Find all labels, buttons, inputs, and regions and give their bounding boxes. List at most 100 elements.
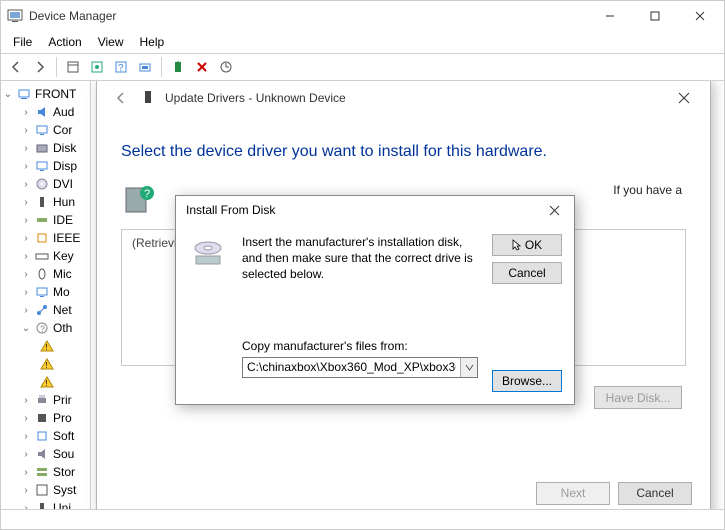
browse-button[interactable]: Browse...	[492, 370, 562, 392]
tree-item[interactable]: ›Net	[1, 301, 90, 319]
tree-item-unknown[interactable]: !	[1, 355, 90, 373]
uninstall-icon[interactable]	[191, 56, 213, 78]
install-from-disk-dialog: Install From Disk Insert the manufacture…	[175, 195, 575, 405]
svg-text:?: ?	[40, 324, 45, 334]
tree-item-unknown[interactable]: !	[1, 337, 90, 355]
tree-item[interactable]: ›Pro	[1, 409, 90, 427]
tree-item[interactable]: ›Sou	[1, 445, 90, 463]
dialog-close-button[interactable]	[540, 197, 568, 223]
tree-item[interactable]: ›Aud	[1, 103, 90, 121]
chevron-down-icon[interactable]	[460, 358, 477, 377]
tree-item[interactable]: › Mo	[1, 283, 90, 301]
wizard-close-button[interactable]	[668, 84, 700, 112]
chevron-icon[interactable]: ›	[21, 467, 31, 478]
app-icon	[7, 8, 23, 24]
tree-item[interactable]: › Syst	[1, 481, 90, 499]
path-combobox[interactable]	[242, 357, 478, 378]
tree-item-label: Syst	[53, 483, 76, 497]
tree-item[interactable]: › Hun	[1, 193, 90, 211]
copy-from-label: Copy manufacturer's files from:	[242, 339, 478, 353]
tree-item[interactable]: ›Uni	[1, 499, 90, 509]
tree-item[interactable]: ⌄?Oth	[1, 319, 90, 337]
chevron-icon[interactable]: ›	[21, 233, 31, 244]
soft-icon	[34, 428, 50, 444]
nav-back-icon[interactable]	[5, 56, 27, 78]
have-disk-button[interactable]: Have Disk...	[594, 386, 682, 409]
ide-icon	[34, 212, 50, 228]
toolbar-separator	[161, 57, 162, 77]
tree-root-label: FRONT	[35, 87, 76, 101]
svg-text:!: !	[46, 379, 48, 388]
network-icon	[34, 302, 50, 318]
tree-item-label: Disp	[53, 159, 77, 173]
chevron-icon[interactable]: ›	[21, 179, 31, 190]
ok-button[interactable]: OK	[492, 234, 562, 256]
tree-item-unknown[interactable]: !	[1, 373, 90, 391]
chevron-icon[interactable]: ›	[21, 107, 31, 118]
tree-item-label: Hun	[53, 195, 75, 209]
minimize-button[interactable]	[587, 2, 632, 30]
warning-icon: !	[39, 356, 55, 372]
chevron-icon[interactable]: ›	[21, 431, 31, 442]
tree-item[interactable]: › Soft	[1, 427, 90, 445]
nav-forward-icon[interactable]	[29, 56, 51, 78]
dialog-cancel-button[interactable]: Cancel	[492, 262, 562, 284]
menu-action[interactable]: Action	[40, 33, 89, 51]
chevron-icon[interactable]: ›	[21, 197, 31, 208]
tree-item[interactable]: › Stor	[1, 463, 90, 481]
tree-item[interactable]: ›DVI	[1, 175, 90, 193]
device-tree[interactable]: ⌄ FRONT ›Aud›Cor›Disk›Disp›DVI›Hun›IDE›I…	[1, 81, 91, 509]
computer-icon	[16, 86, 32, 102]
wizard-title: Update Drivers - Unknown Device	[165, 91, 346, 105]
chevron-icon[interactable]: ›	[21, 251, 31, 262]
tree-root[interactable]: ⌄ FRONT	[1, 85, 90, 103]
show-hidden-icon[interactable]	[62, 56, 84, 78]
tree-item[interactable]: ›Disk	[1, 139, 90, 157]
chevron-icon[interactable]: ›	[21, 449, 31, 460]
chevron-icon[interactable]: ›	[21, 143, 31, 154]
tree-item[interactable]: › Disp	[1, 157, 90, 175]
chevron-icon[interactable]: ›	[21, 287, 31, 298]
chevron-down-icon[interactable]: ⌄	[3, 89, 13, 100]
mouse-icon	[34, 266, 50, 282]
update-driver-icon[interactable]	[167, 56, 189, 78]
tree-item[interactable]: ›Key	[1, 247, 90, 265]
menu-file[interactable]: File	[5, 33, 40, 51]
tree-item[interactable]: ›Mic	[1, 265, 90, 283]
ok-label: OK	[525, 238, 542, 252]
tree-item-label: Soft	[53, 429, 74, 443]
chevron-icon[interactable]: ⌄	[21, 323, 31, 334]
chevron-icon[interactable]: ›	[21, 485, 31, 496]
chevron-icon[interactable]: ›	[21, 215, 31, 226]
menu-help[interactable]: Help	[132, 33, 173, 51]
toolbar-separator	[56, 57, 57, 77]
chevron-icon[interactable]: ›	[21, 413, 31, 424]
tree-item[interactable]: ›IDE	[1, 211, 90, 229]
monitor-icon	[34, 158, 50, 174]
path-input[interactable]	[243, 358, 460, 377]
tree-item[interactable]: ›IEEE	[1, 229, 90, 247]
chevron-icon[interactable]: ›	[21, 269, 31, 280]
maximize-button[interactable]	[632, 2, 677, 30]
wizard-back-button[interactable]	[111, 88, 131, 108]
chevron-icon[interactable]: ›	[21, 305, 31, 316]
wizard-cancel-button[interactable]: Cancel	[618, 482, 692, 505]
sound-icon	[34, 446, 50, 462]
menu-view[interactable]: View	[90, 33, 132, 51]
tree-item-label: Mo	[53, 285, 70, 299]
properties-icon[interactable]	[86, 56, 108, 78]
scan-icon[interactable]	[134, 56, 156, 78]
scan-hardware-icon[interactable]	[215, 56, 237, 78]
usb-icon	[34, 194, 50, 210]
disc-drive-icon	[190, 259, 226, 273]
chevron-icon[interactable]: ›	[21, 125, 31, 136]
help-icon[interactable]: ?	[110, 56, 132, 78]
tree-item-label: Stor	[53, 465, 75, 479]
wizard-next-button[interactable]: Next	[536, 482, 610, 505]
tree-item[interactable]: ›Prir	[1, 391, 90, 409]
cpu-icon	[34, 410, 50, 426]
chevron-icon[interactable]: ›	[21, 395, 31, 406]
tree-item[interactable]: ›Cor	[1, 121, 90, 139]
close-button[interactable]	[677, 2, 722, 30]
chevron-icon[interactable]: ›	[21, 161, 31, 172]
